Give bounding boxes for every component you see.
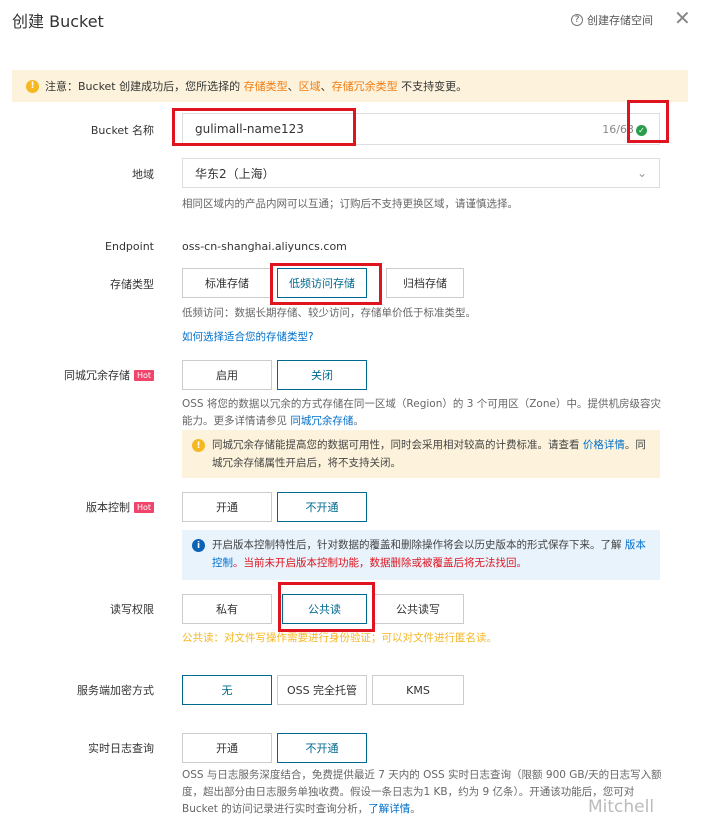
notice-suffix: 不支持变更。 [397, 80, 468, 93]
zrs-label: 同城冗余存储 Hot [64, 367, 154, 383]
watermark: Mitchell [588, 797, 655, 817]
acl-hint: 公共读：对文件写操作需要进行身份验证；可以对文件进行匿名读。 [182, 632, 497, 644]
logging-off-button[interactable]: 不开通 [277, 733, 367, 763]
zrs-doc-link[interactable]: 同城冗余存储 [290, 415, 353, 427]
storage-archive-button[interactable]: 归档存储 [386, 268, 464, 298]
storage-standard-button[interactable]: 标准存储 [182, 268, 272, 298]
acl-label: 读写权限 [110, 603, 154, 616]
chevron-down-icon: ⌄ [636, 166, 647, 180]
versioning-info-box: i 开启版本控制特性后，针对数据的覆盖和删除操作将会以历史版本的形式保存下来。了… [182, 530, 660, 580]
storage-class-help-link[interactable]: 如何选择适合您的存储类型? [182, 329, 662, 346]
zrs-disable-button[interactable]: 关闭 [277, 360, 367, 390]
notice-link-storage-class[interactable]: 存储类型 [244, 80, 288, 93]
notice-link-redundancy[interactable]: 存储冗余类型 [332, 80, 398, 93]
region-label: 地域 [132, 168, 154, 181]
annotation-box [278, 582, 375, 632]
annotation-box [172, 108, 356, 146]
logging-label: 实时日志查询 [88, 742, 154, 755]
acl-private-button[interactable]: 私有 [182, 594, 272, 624]
notice-sep: 、 [287, 80, 299, 93]
bucket-name-label: Bucket 名称 [90, 124, 154, 137]
zrs-warning-text: 同城冗余存储能提高您的数据可用性，同时会采用相对较高的计费标准。请查看 [212, 439, 583, 451]
logging-on-button[interactable]: 开通 [182, 733, 272, 763]
hot-badge: Hot [133, 369, 154, 381]
endpoint-label: Endpoint [105, 240, 154, 253]
versioning-warning-text: 。当前未开启版本控制功能，数据删除或被覆盖后将无法找回。 [233, 557, 527, 569]
zrs-warning-box: ! 同城冗余存储能提高您的数据可用性，同时会采用相对较高的计费标准。请查看 价格… [182, 430, 660, 478]
notice-text: 注意：Bucket 创建成功后，您所选择的 存储类型、区域、存储冗余类型 不支持… [45, 78, 467, 94]
warning-icon: ! [192, 439, 205, 452]
encryption-label: 服务端加密方式 [77, 684, 154, 697]
logging-hint-end: 。 [410, 803, 421, 815]
zrs-hint-end: 。 [353, 415, 364, 427]
versioning-label: 版本控制 Hot [86, 499, 154, 515]
zrs-hint-text: OSS 将您的数据以冗余的方式存储在同一区域（Region）的 3 个可用区（Z… [182, 398, 661, 427]
encryption-none-button[interactable]: 无 [182, 675, 272, 705]
zrs-label-text: 同城冗余存储 [63, 369, 130, 382]
page-title: 创建 Bucket [12, 12, 104, 31]
annotation-box [627, 100, 669, 143]
storage-class-label: 存储类型 [110, 278, 154, 291]
region-hint: 相同区域内的产品内网可以互通；订购后不支持更换区域，请谨慎选择。 [182, 198, 518, 210]
question-icon: ? [571, 14, 583, 26]
acl-public-read-write-button[interactable]: 公共读写 [372, 594, 464, 624]
versioning-on-button[interactable]: 开通 [182, 492, 272, 522]
logging-doc-link[interactable]: 了解详情 [368, 803, 410, 815]
notice-sep: 、 [320, 80, 332, 93]
close-icon[interactable]: ✕ [674, 6, 691, 30]
versioning-info-text: 开启版本控制特性后，针对数据的覆盖和删除操作将会以历史版本的形式保存下来。了解 [212, 539, 625, 551]
annotation-box [270, 263, 382, 305]
encryption-oss-button[interactable]: OSS 完全托管 [277, 675, 367, 705]
warning-icon: ! [26, 79, 39, 93]
price-details-link[interactable]: 价格详情 [583, 439, 625, 451]
help-label: 创建存储空间 [587, 14, 653, 27]
zrs-enable-button[interactable]: 启用 [182, 360, 272, 390]
zrs-hint: OSS 将您的数据以冗余的方式存储在同一区域（Region）的 3 个可用区（Z… [182, 396, 662, 430]
storage-class-hint: 低频访问：数据长期存储、较少访问，存储单价低于标准类型。 [182, 307, 476, 319]
notice-prefix: 注意：Bucket 创建成功后，您所选择的 [45, 80, 244, 93]
notice-banner: ! 注意：Bucket 创建成功后，您所选择的 存储类型、区域、存储冗余类型 不… [12, 70, 688, 102]
region-value: 华东2（上海） [195, 166, 275, 181]
hot-badge: Hot [133, 501, 154, 513]
versioning-off-button[interactable]: 不开通 [277, 492, 367, 522]
endpoint-value: oss-cn-shanghai.aliyuncs.com [182, 240, 347, 253]
info-icon: i [192, 539, 205, 552]
region-select[interactable]: 华东2（上海） ⌄ [182, 158, 660, 188]
help-link[interactable]: ? 创建存储空间 [571, 12, 653, 28]
encryption-kms-button[interactable]: KMS [372, 675, 464, 705]
versioning-label-text: 版本控制 [85, 501, 130, 514]
notice-link-region[interactable]: 区域 [299, 80, 321, 93]
